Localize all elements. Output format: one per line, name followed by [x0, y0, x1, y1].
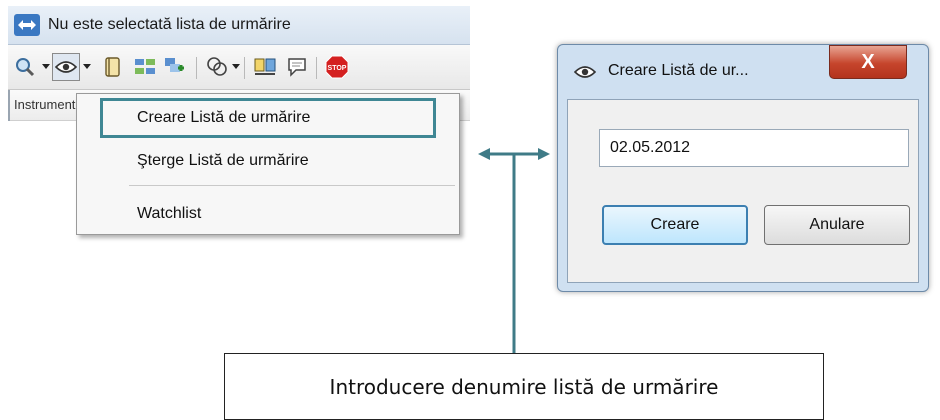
arrowhead-right	[538, 148, 550, 160]
callout-box: Introducere denumire listă de urmărire	[224, 353, 824, 420]
arrowhead-left	[478, 148, 490, 160]
